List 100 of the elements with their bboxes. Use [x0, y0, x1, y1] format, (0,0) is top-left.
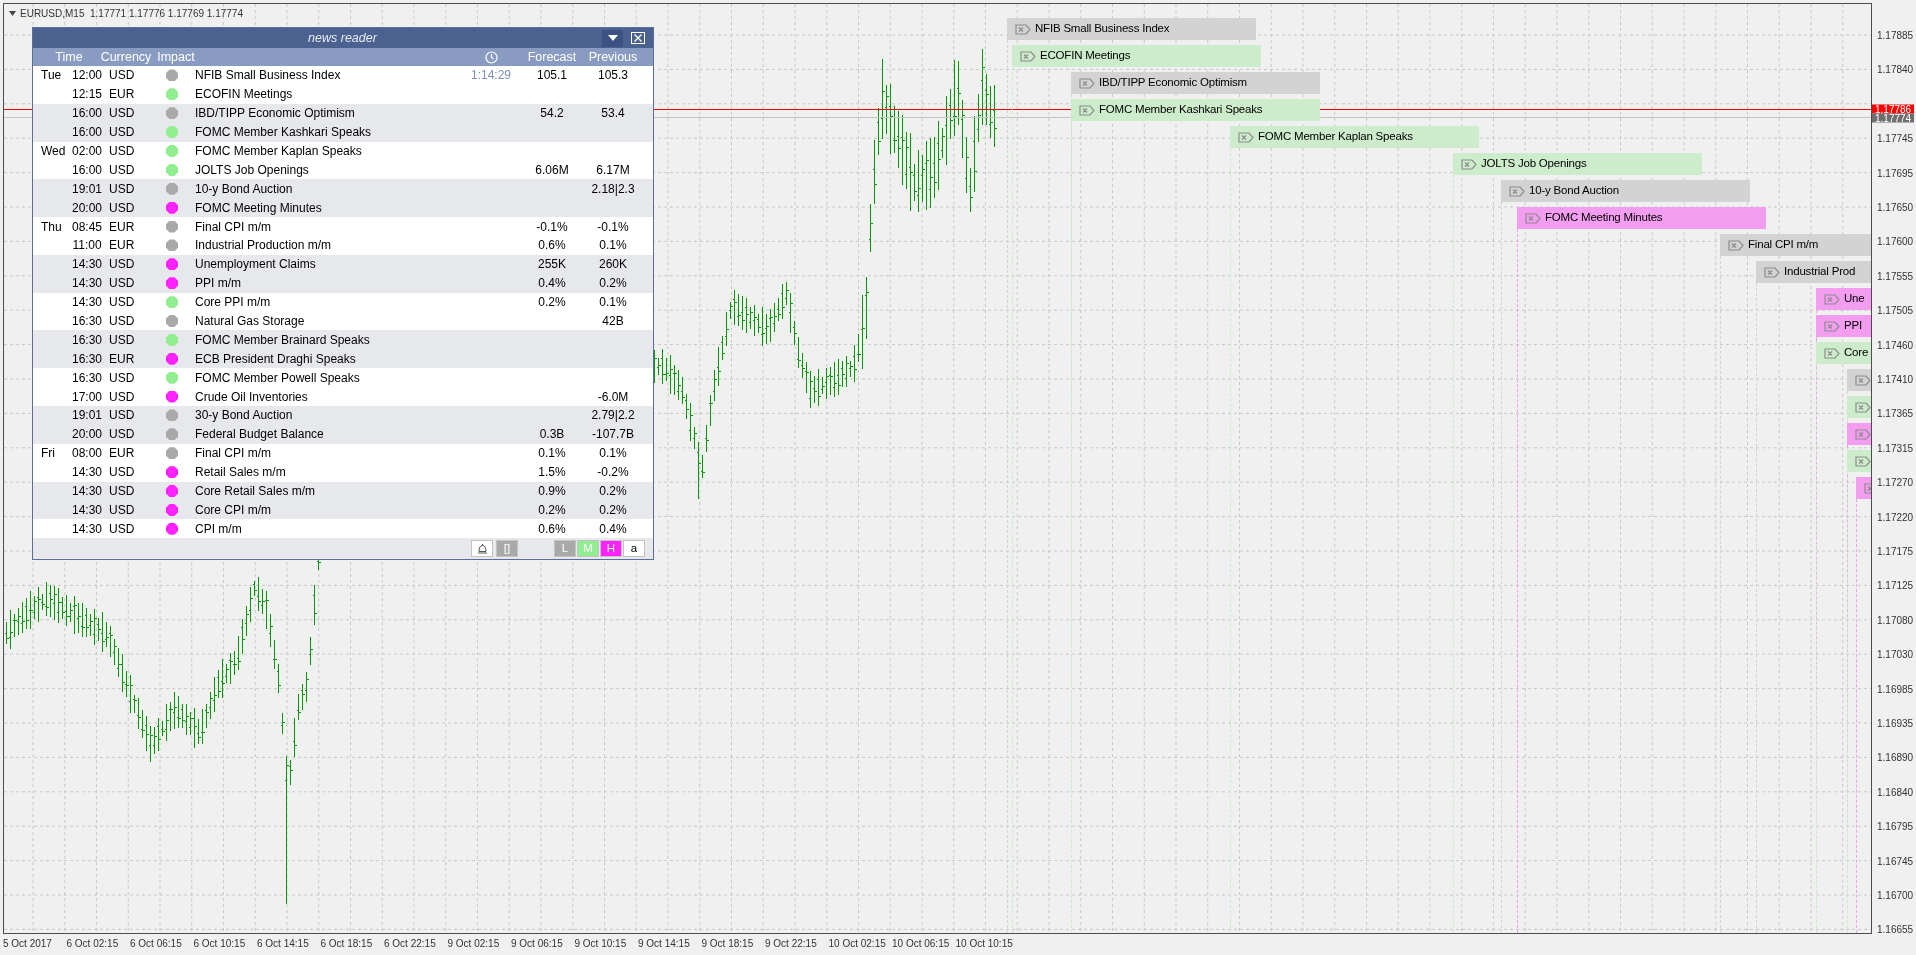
event-title: JOLTS Job Openings — [195, 161, 310, 179]
price-label: 1.16745 — [1877, 854, 1914, 869]
currency-code: USD — [108, 199, 136, 217]
dropdown-button[interactable] — [602, 29, 623, 47]
filter-button[interactable]: L — [554, 540, 576, 558]
price-label: 1.16840 — [1877, 785, 1914, 800]
previous-value: 0.4% — [598, 520, 628, 538]
event-time: 02:00 — [71, 143, 103, 160]
previous-value: 0.2% — [598, 275, 628, 293]
currency-code: EUR — [108, 86, 136, 104]
view-button[interactable]: [] — [496, 540, 518, 558]
event-title: Natural Gas Storage — [195, 313, 306, 330]
day-label: Thu — [40, 218, 63, 236]
event-title: 30-y Bond Auction — [195, 407, 294, 425]
price-label: 1.17175 — [1877, 544, 1914, 559]
event-label: Final CPI m/m — [1748, 237, 1819, 253]
event-title: ECOFIN Meetings — [195, 86, 294, 104]
currency-code: USD — [108, 143, 136, 160]
previous-value: 105.3 — [597, 67, 629, 85]
filter-button[interactable]: a — [623, 540, 645, 558]
event-time: 11:00 — [71, 237, 103, 255]
currency-code: USD — [108, 275, 136, 293]
price-label: 1.17505 — [1877, 303, 1914, 318]
price-label: 1.17745 — [1877, 131, 1914, 146]
forecast-value: 0.6% — [537, 520, 567, 538]
filter-button[interactable]: M — [577, 540, 599, 558]
currency-code: USD — [108, 256, 136, 274]
event-title: FOMC Member Brainard Speaks — [195, 331, 371, 349]
event-title: Final CPI m/m — [195, 445, 272, 463]
event-title: IBD/TIPP Economic Optimism — [195, 105, 356, 123]
forecast-value: 1.5% — [537, 464, 567, 482]
event-label: FOMC Meeting Minutes — [1545, 210, 1663, 226]
event-label: Core — [1844, 345, 1869, 361]
time-label: 6 Oct 02:15 — [66, 937, 120, 949]
event-time: 14:30 — [71, 256, 103, 274]
previous-value: 0.2% — [598, 483, 628, 501]
event-time: 14:30 — [71, 520, 103, 538]
bid-price-label: 1.17786 — [1872, 104, 1915, 114]
event-title: PPI m/m — [195, 275, 242, 293]
tag-icon — [1079, 77, 1095, 89]
tag-icon — [1855, 455, 1871, 467]
event-title: Industrial Production m/m — [195, 237, 333, 255]
price-label: 1.17410 — [1877, 372, 1914, 387]
currency-code: USD — [108, 294, 136, 312]
column-header: Time — [55, 49, 83, 66]
previous-value: 6.17M — [595, 161, 631, 179]
previous-value: 2.79|2.2 — [590, 407, 636, 425]
forecast-value: 0.6% — [537, 237, 567, 255]
currency-code: USD — [108, 464, 136, 482]
event-time: 12:15 — [71, 86, 103, 104]
currency-code: USD — [108, 426, 136, 444]
event-time: 16:00 — [71, 105, 103, 123]
price-label: 1.17125 — [1877, 578, 1914, 593]
last-price-label: 1.17774 — [1872, 113, 1915, 123]
alert-button[interactable] — [471, 540, 493, 558]
currency-code: USD — [108, 369, 136, 387]
event-title: NFIB Small Business Index — [195, 67, 342, 85]
previous-value: 0.1% — [598, 237, 628, 255]
currency-code: USD — [108, 331, 136, 349]
event-title: ECB President Draghi Speaks — [195, 350, 357, 368]
previous-value: 0.1% — [598, 294, 628, 312]
event-label: FOMC Member Kaplan Speaks — [1258, 129, 1413, 145]
event-title: Core CPI m/m — [195, 501, 272, 519]
currency-code: USD — [108, 388, 136, 406]
event-label: Une — [1844, 291, 1865, 307]
event-label: FOMC Member Kashkari Speaks — [1099, 102, 1263, 118]
price-label: 1.17885 — [1877, 28, 1914, 43]
previous-value: 260K — [598, 256, 628, 274]
time-label: 9 Oct 14:15 — [638, 937, 691, 949]
forecast-value: 105.1 — [536, 67, 568, 85]
tag-icon — [1855, 401, 1871, 413]
event-label: Industrial Prod — [1784, 264, 1856, 280]
event-label: PPI — [1844, 318, 1862, 334]
previous-value: -6.0M — [596, 388, 630, 406]
price-label: 1.16935 — [1877, 716, 1914, 731]
currency-code: USD — [108, 124, 136, 142]
time-label: 6 Oct 10:15 — [193, 937, 247, 949]
currency-code: USD — [108, 67, 136, 85]
price-label: 1.17030 — [1877, 647, 1914, 662]
currency-code: USD — [108, 313, 136, 330]
event-time: 17:00 — [71, 388, 103, 406]
currency-code: EUR — [108, 237, 136, 255]
event-title: Unemployment Claims — [195, 256, 317, 274]
day-label: Wed — [40, 143, 67, 160]
event-title: CPI m/m — [195, 520, 243, 538]
previous-value: 0.1% — [598, 445, 628, 463]
event-label: JOLTS Job Openings — [1481, 156, 1587, 172]
event-time: 14:30 — [71, 464, 103, 482]
price-label: 1.16985 — [1877, 682, 1914, 697]
event-time: 12:00 — [71, 67, 103, 85]
tag-icon — [1824, 347, 1840, 359]
tag-icon — [1824, 320, 1840, 332]
event-label: ECOFIN Meetings — [1040, 48, 1131, 64]
event-time: 20:00 — [71, 199, 103, 217]
tag-icon — [1015, 23, 1031, 35]
filter-button[interactable]: H — [600, 540, 622, 558]
tag-icon — [1461, 158, 1477, 170]
tag-icon — [1079, 104, 1095, 116]
currency-code: EUR — [108, 445, 136, 463]
chart-info: EURUSD,M15 1.17771 1.17776 1.17769 1.17774 — [20, 7, 243, 21]
